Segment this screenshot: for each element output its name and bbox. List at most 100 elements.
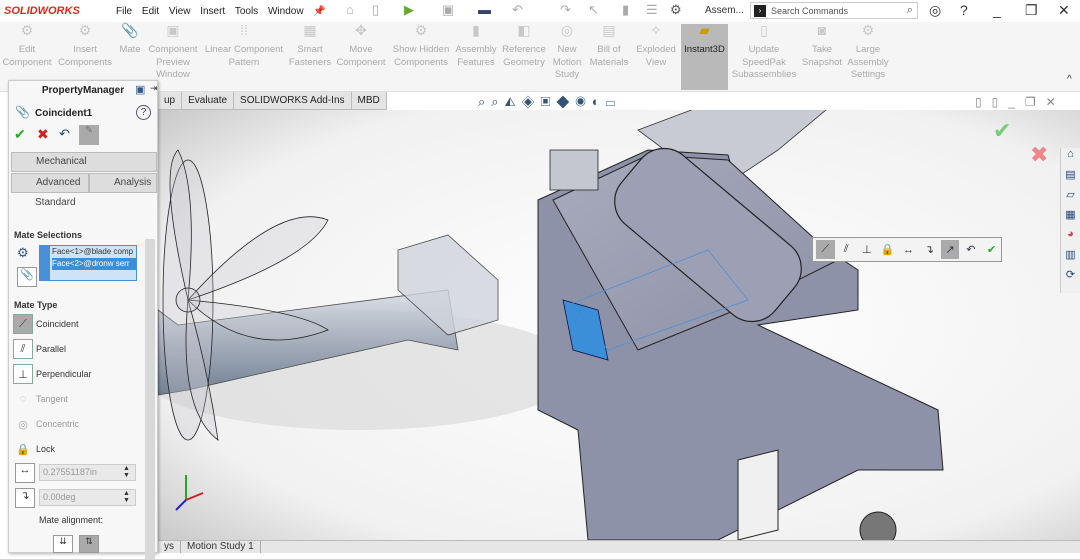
linear-component-pattern-button[interactable]: ⁞⁞ Linear Component Pattern (202, 23, 286, 69)
anti-aligned-button[interactable]: ⇅ (79, 535, 99, 553)
confirm-ok-check-icon[interactable]: ✔ (993, 118, 1011, 144)
tab-motion-study-1[interactable]: Motion Study 1 (181, 541, 261, 553)
parallel-icon[interactable]: ⫽ (837, 240, 856, 259)
new-document-icon[interactable]: ▯ (372, 2, 379, 18)
lock-icon[interactable]: 🔒 (878, 240, 897, 259)
update-speedpak-button[interactable]: ▯ Update SpeedPak Subassemblies (730, 23, 798, 82)
menu-insert[interactable]: Insert (200, 6, 225, 17)
mate-type-header[interactable]: Mate Type (14, 300, 57, 310)
assembly-features-button[interactable]: ▮ Assembly Features (454, 23, 498, 69)
instant3d-button[interactable]: ▰ Instant3D (681, 23, 728, 90)
view-palette-icon[interactable]: ▦ (1061, 208, 1080, 228)
angle-spinner[interactable]: ▲ ▼ (123, 490, 130, 504)
menu-tools[interactable]: Tools (235, 6, 258, 17)
new-motion-study-button[interactable]: ◎ New Motion Study (550, 23, 584, 82)
panel-expand-icon[interactable]: ▣ (135, 83, 145, 96)
file-explorer-icon[interactable]: ▱ (1061, 188, 1080, 208)
save-icon[interactable]: ▣ (442, 2, 454, 18)
large-assembly-settings-button[interactable]: ⚙ Large Assembly Settings (845, 23, 891, 82)
forum-icon[interactable]: ⟳ (1061, 268, 1080, 288)
mate-button[interactable]: 📎 Mate (116, 23, 144, 57)
custom-properties-icon[interactable]: ▥ (1061, 248, 1080, 268)
tab-advanced[interactable]: Advanced (11, 173, 89, 193)
rebuild-icon[interactable]: ▮ (622, 2, 629, 18)
multiple-mate-mode-icon[interactable]: 📎 (17, 267, 37, 287)
aligned-button[interactable]: ⇊ (53, 535, 73, 553)
reference-geometry-button[interactable]: ◧ Reference Geometry (500, 23, 548, 69)
mate-type-lock[interactable]: 🔒 Lock (13, 439, 55, 459)
edit-component-button[interactable]: ⚙ Edit Component (0, 23, 54, 69)
insert-components-button[interactable]: ⚙ Insert Components (56, 23, 114, 69)
menu-file[interactable]: File (116, 6, 132, 17)
bill-of-materials-button[interactable]: ▤ Bill of Materials (587, 23, 631, 69)
mate-type-parallel[interactable]: ⫽ Parallel (13, 339, 66, 359)
tab-analysis[interactable]: Analysis (89, 173, 157, 193)
options-gear-icon[interactable]: ⚙ (670, 2, 682, 18)
close-button[interactable]: ✕ (1058, 2, 1070, 19)
undo-icon[interactable]: ↶ (512, 2, 523, 18)
angle-icon[interactable]: ↴ (920, 240, 939, 259)
exploded-view-button[interactable]: ✧ Exploded View (634, 23, 678, 69)
selection-item[interactable]: Face<1>@blade comp (52, 246, 136, 258)
pin-icon[interactable]: 📌 (313, 6, 325, 17)
ok-check-icon[interactable]: ✔ (14, 126, 26, 143)
cancel-x-icon[interactable]: ✖ (37, 126, 49, 143)
smart-fasteners-button[interactable]: ▦ Smart Fasteners (288, 23, 332, 69)
solidworks-resources-icon[interactable]: ⌂ (1061, 148, 1080, 168)
viewport-window-controls[interactable]: ▯▯_❐✕ (975, 95, 1066, 109)
design-library-icon[interactable]: ▤ (1061, 168, 1080, 188)
search-icon[interactable]: ⌕ (907, 4, 913, 17)
undo-icon[interactable]: ↶ (961, 240, 980, 259)
menu-edit[interactable]: Edit (142, 6, 159, 17)
distance-icon[interactable]: ↔ (899, 240, 918, 259)
select-icon[interactable]: ↖ (588, 2, 599, 18)
show-hidden-components-button[interactable]: ⚙ Show Hidden Components (392, 23, 450, 69)
flip-alignment-icon[interactable]: ↗ (940, 240, 960, 259)
undo-icon[interactable]: ↶ (59, 126, 70, 142)
distance-spinner[interactable]: ▲ ▼ (123, 465, 130, 479)
tab-mechanical[interactable]: Mechanical (11, 152, 157, 172)
coincident-icon[interactable]: ⟋ (816, 240, 835, 259)
tab-mbd[interactable]: MBD (352, 92, 387, 109)
menu-view[interactable]: View (169, 6, 191, 17)
print-icon[interactable]: ▬ (478, 2, 491, 17)
distance-input[interactable]: 0.27551187in (39, 464, 136, 481)
mate-type-tangent[interactable]: ◌ Tangent (13, 389, 68, 409)
graphics-area[interactable] (158, 110, 1080, 540)
tab-standard[interactable]: Standard (11, 194, 157, 214)
heads-up-view-toolbar[interactable]: ⌕⌕◭◈▣◆◉◐▭ (478, 94, 621, 110)
confirm-cancel-x-icon[interactable]: ✖ (1030, 142, 1048, 168)
minimize-button[interactable]: _ (993, 2, 1001, 18)
help-icon[interactable]: ? (136, 105, 151, 120)
selection-item[interactable]: Face<2>@dronw serr (52, 258, 136, 270)
open-icon[interactable]: ▶ (404, 2, 414, 18)
home-icon[interactable]: ⌂ (346, 2, 354, 17)
mate-type-concentric[interactable]: ◎ Concentric (13, 414, 79, 434)
move-component-button[interactable]: ✥ Move Component (334, 23, 388, 69)
menu-window[interactable]: Window (268, 6, 304, 17)
tab-model[interactable]: ys (158, 541, 181, 553)
take-snapshot-button[interactable]: ◙ Take Snapshot (800, 23, 844, 69)
help-icon[interactable]: ? (960, 2, 968, 18)
restore-button[interactable]: ❐ (1025, 2, 1038, 19)
keep-visible-pin-icon[interactable]: ✎ (79, 125, 99, 145)
tab-evaluate[interactable]: Evaluate (182, 92, 235, 109)
redo-icon[interactable]: ↷ (560, 2, 571, 18)
mate-type-perpendicular[interactable]: ⊥ Perpendicular (13, 364, 92, 384)
mate-type-coincident[interactable]: ⟋ Coincident (13, 314, 79, 334)
ok-check-icon[interactable]: ✔ (982, 240, 1001, 259)
angle-input[interactable]: 0.00deg (39, 489, 136, 506)
appearances-icon[interactable]: ◕ (1061, 228, 1080, 248)
user-account-icon[interactable]: ◎ (929, 2, 941, 19)
search-commands-input[interactable]: › Search Commands ⌕ (750, 2, 918, 19)
panel-pin-icon[interactable]: ⇥ (150, 83, 158, 94)
file-properties-icon[interactable]: ☰ (646, 2, 658, 18)
mate-selections-header[interactable]: Mate Selections (14, 230, 82, 240)
component-preview-window-button[interactable]: ▣ Component Preview Window (145, 23, 201, 82)
tab-layout[interactable]: up (158, 92, 183, 109)
panel-scrollbar[interactable] (145, 239, 155, 559)
tab-solidworks-addins[interactable]: SOLIDWORKS Add-Ins (234, 92, 352, 109)
perpendicular-icon[interactable]: ⊥ (858, 240, 877, 259)
mate-selections-list[interactable]: Face<1>@blade comp Face<2>@dronw serr (39, 245, 137, 281)
collapse-ribbon-chevron-icon[interactable]: ^ (1067, 74, 1072, 85)
